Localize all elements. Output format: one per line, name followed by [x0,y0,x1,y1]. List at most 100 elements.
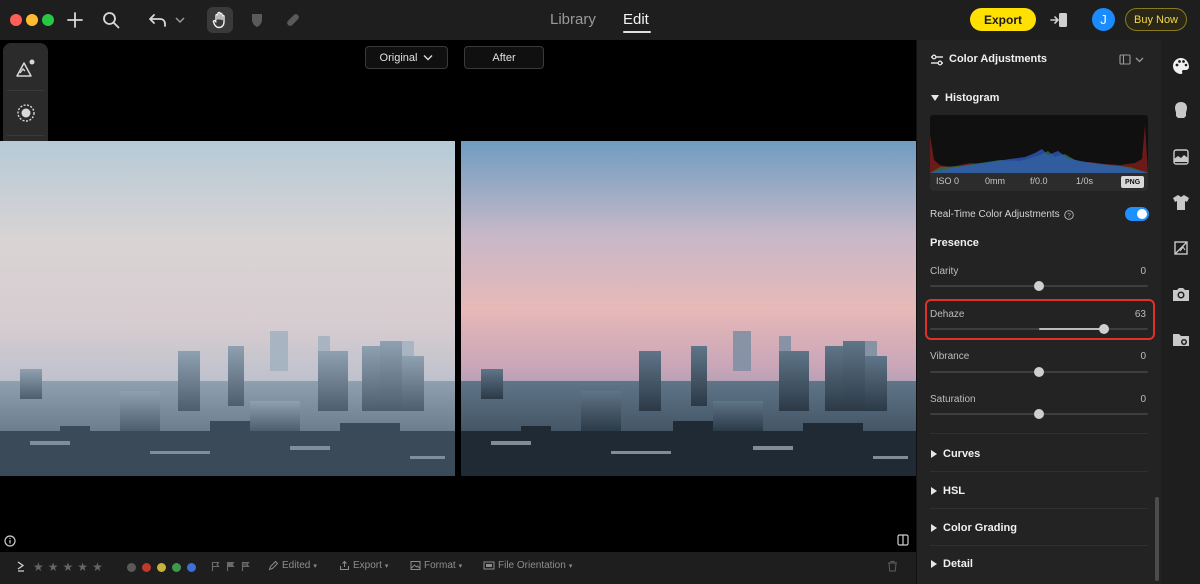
clarity-value[interactable]: 0 [1140,266,1146,277]
star-icon[interactable]: ★ [48,560,59,574]
color-label-green[interactable] [172,563,181,572]
before-photo [0,141,455,476]
user-avatar[interactable]: J [1092,8,1115,31]
minimize-window-button[interactable] [26,14,38,26]
clarity-slider[interactable] [930,281,1148,291]
histogram-section-toggle[interactable]: Histogram [931,92,999,104]
flag-reject-icon[interactable] [241,561,251,572]
bottom-toolbar: ★ ★ ★ ★ ★ Edited ▾ Export ▾ Format ▾ File O… [0,552,916,584]
color-label-red[interactable] [142,563,151,572]
portrait-icon[interactable] [1161,96,1200,124]
hsl-section-toggle[interactable]: HSL [931,485,965,497]
star-icon[interactable]: ★ [33,560,44,574]
color-label-gray[interactable] [127,563,136,572]
buy-now-button[interactable]: Buy Now [1125,8,1187,31]
add-icon[interactable] [63,8,87,32]
vignette-icon[interactable] [3,91,48,135]
help-icon[interactable]: ? [1063,209,1074,220]
ai-adjust-icon[interactable] [3,46,48,90]
panel-scrollbar[interactable] [1155,497,1159,581]
after-view-pill[interactable]: After [464,46,544,69]
trash-icon[interactable] [887,560,898,572]
compare-split-icon[interactable] [897,533,909,551]
after-photo [461,141,916,476]
export-button[interactable]: Export [970,8,1036,31]
zoom-window-button[interactable] [42,14,54,26]
saturation-slider[interactable] [930,409,1148,419]
caret-down-icon [931,95,939,101]
camera-icon[interactable] [1161,280,1200,308]
focal-length-value: 0mm [985,176,1005,186]
undo-icon[interactable] [146,8,170,32]
saturation-slider-knob[interactable] [1034,409,1044,419]
histogram-exif-bar: ISO 0 0mm f/0.0 1/0s PNG [930,173,1148,191]
flag-outline-icon[interactable] [211,561,221,572]
iso-value: ISO 0 [936,176,960,186]
format-menu[interactable]: Format ▾ [410,560,462,571]
svg-text:?: ? [1067,212,1071,219]
vibrance-slider-knob[interactable] [1034,367,1044,377]
flag-group [211,561,251,572]
color-grading-section-toggle[interactable]: Color Grading [931,522,1017,534]
close-window-button[interactable] [10,14,22,26]
clarity-label: Clarity [930,266,959,277]
hsl-title: HSL [943,485,965,497]
original-view-label: Original [379,51,418,64]
after-view-label: After [492,51,516,64]
import-panel-icon[interactable] [1047,8,1071,32]
dehaze-value[interactable]: 63 [1135,309,1146,320]
flag-pick-icon[interactable] [226,561,236,572]
file-orientation-menu[interactable]: File Orientation ▾ [483,560,572,571]
realtime-toggle[interactable] [1125,207,1149,221]
folder-preview-icon[interactable] [1161,326,1200,354]
histogram-title: Histogram [945,92,1000,104]
color-label-yellow[interactable] [157,563,166,572]
tab-library[interactable]: Library [550,11,596,28]
star-rating[interactable]: ★ ★ ★ ★ ★ [33,560,103,574]
star-icon[interactable]: ★ [63,560,74,574]
dehaze-label: Dehaze [930,309,965,320]
dehaze-slider[interactable] [930,324,1148,334]
texture-icon[interactable] [1161,143,1200,171]
color-grading-title: Color Grading [943,522,1017,534]
edited-filter[interactable]: Edited ▾ [268,560,317,571]
crop-icon[interactable] [1161,234,1200,262]
star-icon[interactable]: ★ [92,560,103,574]
filter-icon[interactable] [16,560,26,572]
photo-canvas: Original After [0,40,916,552]
clarity-slider-knob[interactable] [1034,281,1044,291]
realtime-label: Real-Time Color Adjustments [930,209,1060,220]
realtime-row: Real-Time Color Adjustments ? [930,209,1074,220]
image-icon [410,561,421,570]
info-icon[interactable] [4,534,16,552]
curves-title: Curves [943,448,981,460]
detail-title: Detail [943,558,973,570]
tab-edit[interactable]: Edit [623,11,649,28]
curves-section-toggle[interactable]: Curves [931,448,980,460]
color-adjustments-panel: Color Adjustments Histogram ISO 0 0mm f/… [916,40,1161,584]
vibrance-value[interactable]: 0 [1140,351,1146,362]
undo-history-chevron-icon[interactable] [170,8,190,32]
aperture-value: f/0.0 [1030,176,1048,186]
panel-title: Color Adjustments [949,53,1047,65]
shutter-value: 1/0s [1076,176,1094,186]
mask-tool-icon[interactable] [245,8,269,32]
saturation-value[interactable]: 0 [1140,394,1146,405]
bandage-tool-icon[interactable] [281,8,305,32]
orientation-icon [483,561,495,570]
original-view-dropdown[interactable]: Original [365,46,448,69]
clothing-icon[interactable] [1161,188,1200,216]
vibrance-label: Vibrance [930,351,970,362]
vibrance-slider[interactable] [930,367,1148,377]
detail-section-toggle[interactable]: Detail [931,558,973,570]
panel-layout-dropdown[interactable] [1119,54,1144,65]
active-tab-indicator [623,31,651,33]
hand-tool-icon[interactable] [207,7,233,33]
share-icon [340,560,349,570]
color-label-blue[interactable] [187,563,196,572]
export-menu[interactable]: Export ▾ [339,560,388,571]
star-icon[interactable]: ★ [77,560,88,574]
format-label: Format [424,560,456,571]
color-palette-icon[interactable] [1161,52,1200,80]
search-icon[interactable] [99,8,123,32]
